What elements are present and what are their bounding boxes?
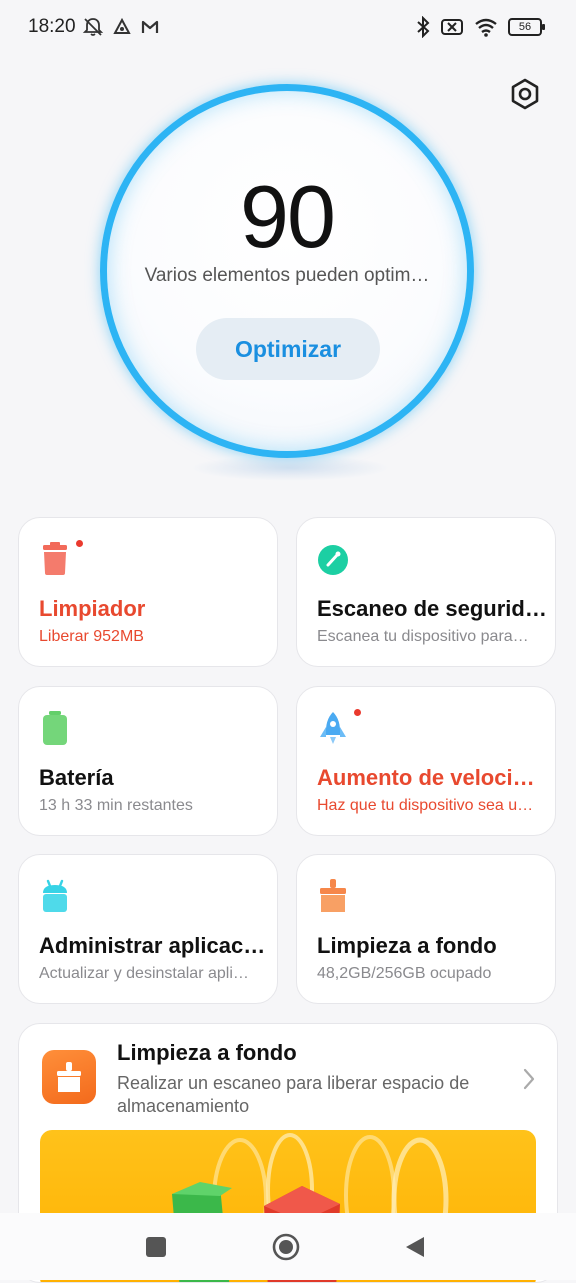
tile-manage-apps[interactable]: Administrar aplicac… Actualizar y desins… [18, 854, 278, 1004]
home-circle-icon[interactable] [272, 1233, 300, 1261]
tile-cleaner[interactable]: Limpiador Liberar 952MB [18, 517, 278, 667]
status-left-icons [82, 16, 160, 38]
android-apps-icon [43, 879, 67, 912]
status-bar: 18:20 56 [0, 0, 576, 56]
tile-subtitle: Liberar 952MB [39, 628, 144, 645]
battery-icon [43, 711, 67, 745]
system-nav-bar [0, 1213, 576, 1280]
tile-title: Batería [39, 765, 114, 790]
recents-square-icon[interactable] [146, 1237, 166, 1257]
tile-title: Aumento de veloci… [317, 765, 535, 790]
score-value: 90 [240, 167, 336, 266]
promo-title: Limpieza a fondo [117, 1040, 297, 1065]
bluetooth-icon [417, 16, 430, 38]
tile-alert-dot [76, 540, 83, 547]
battery-indicator: 56 [508, 18, 545, 36]
sim-missing-icon [441, 19, 463, 35]
tile-subtitle: 48,2GB/256GB ocupado [317, 965, 492, 982]
tile-title: Limpieza a fondo [317, 933, 497, 958]
optimize-button[interactable]: Optimizar [196, 318, 380, 380]
app-notification-icon [113, 17, 131, 34]
tile-deep-clean[interactable]: Limpieza a fondo 48,2GB/256GB ocupado [296, 854, 556, 1004]
tile-security-scan[interactable]: Escaneo de segurid… Escanea tu dispositi… [296, 517, 556, 667]
tile-title: Limpiador [39, 596, 146, 621]
promo-description: Realizar un escaneo para liberar espacio… [117, 1073, 470, 1116]
status-right-icons: 56 [416, 16, 545, 38]
settings-hex-icon[interactable] [507, 76, 543, 112]
status-time: 18:20 [28, 16, 76, 37]
tile-alert-dot [354, 709, 361, 716]
back-triangle-icon[interactable] [404, 1235, 426, 1259]
deep-clean-brush-icon [42, 1050, 96, 1104]
gmail-icon [141, 20, 159, 33]
tile-subtitle: 13 h 33 min restantes [39, 797, 193, 814]
tile-title: Escaneo de segurid… [317, 596, 547, 621]
tile-subtitle: Actualizar y desinstalar apli… [39, 965, 249, 982]
deep-clean-brush-icon [320, 879, 346, 912]
tile-subtitle: Haz que tu dispositivo sea u… [317, 797, 534, 814]
notifications-muted-icon [82, 18, 104, 36]
tile-subtitle: Escanea tu dispositivo para… [317, 628, 529, 645]
score-message: Varios elementos pueden optim… [144, 265, 430, 286]
rocket-icon [320, 712, 346, 744]
device-score-panel: 90 Varios elementos pueden optim… Optimi… [100, 84, 474, 458]
chevron-right-icon [523, 1068, 535, 1090]
tile-speed-boost[interactable]: Aumento de veloci… Haz que tu dispositiv… [296, 686, 556, 836]
tile-battery[interactable]: Batería 13 h 33 min restantes [18, 686, 278, 836]
wifi-icon [475, 18, 497, 37]
score-shadow [190, 455, 390, 481]
security-scan-icon [318, 545, 348, 575]
tile-title: Administrar aplicac… [39, 933, 266, 958]
trash-bin-icon [43, 542, 67, 575]
